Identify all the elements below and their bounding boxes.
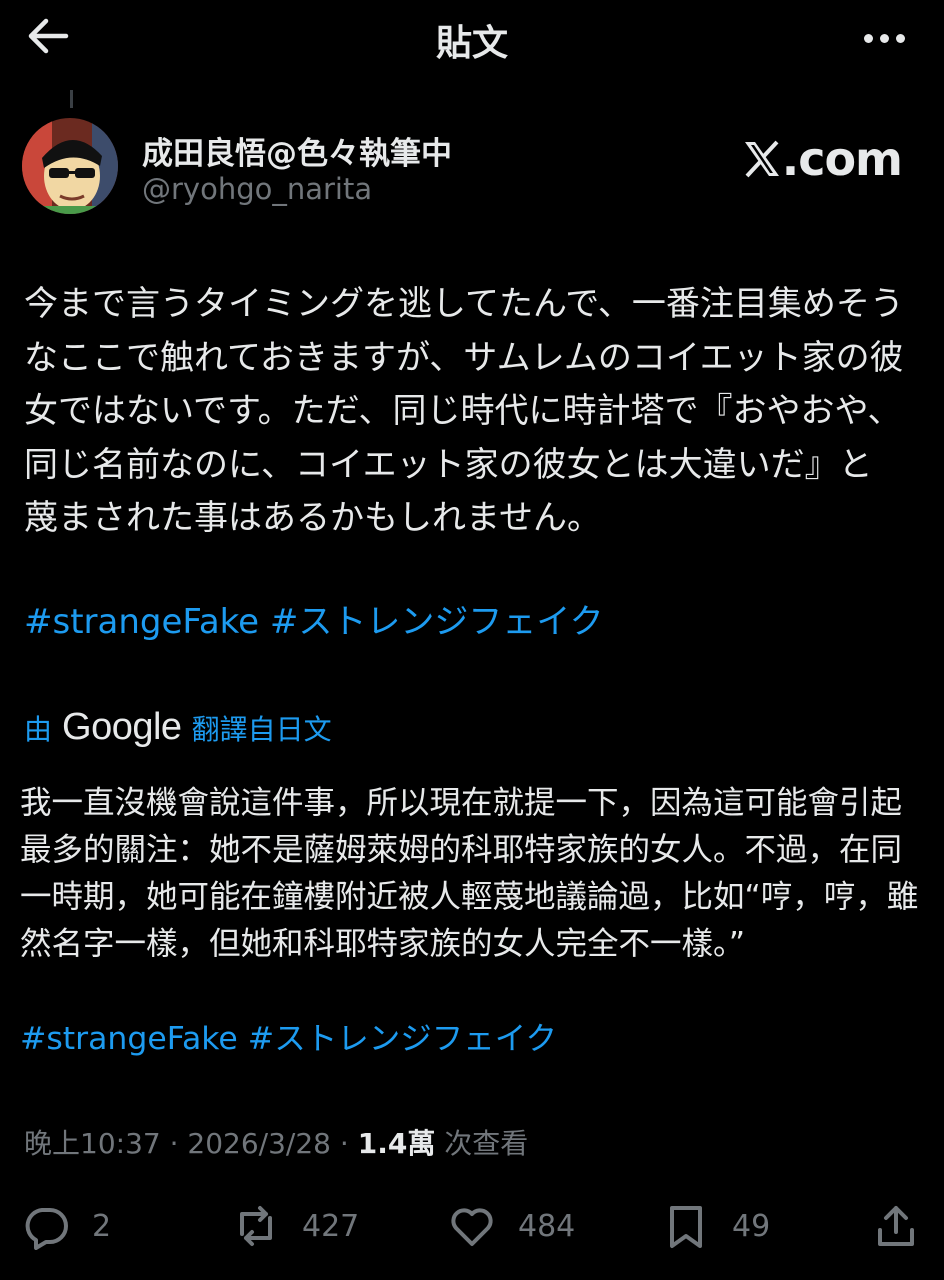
user-handle[interactable]: @ryohgo_narita [142,172,372,206]
page-title: 貼文 [435,23,508,64]
x-com-badge: . com [742,132,903,186]
translation-attribution[interactable]: 由 Google 翻譯自日文 [24,706,332,749]
repost-icon [240,1206,272,1246]
display-name[interactable]: 成田良悟@色々執筆中 [142,128,452,173]
thread-connector [70,90,73,108]
avatar[interactable] [22,118,118,214]
translation-suffix: 翻譯自日文 [191,712,332,746]
google-logo: Google [62,706,182,748]
meta-separator: · [169,1127,188,1160]
hashtag-link[interactable]: #strangeFake [24,602,259,642]
reply-button[interactable]: 2 [22,1196,111,1256]
avatar-image [22,118,118,214]
x-logo-icon [744,140,779,178]
like-count: 484 [518,1208,576,1244]
action-bar: 2 427 484 49 [0,1196,944,1256]
more-icon-dot [879,33,889,43]
bookmark-button[interactable]: 49 [662,1196,770,1256]
hashtag-link[interactable]: #strangeFake [20,1021,238,1057]
like-button[interactable]: 484 [448,1196,575,1256]
top-bar: 貼文 [0,0,944,80]
hashtag-link[interactable]: #ストレンジフェイク [248,1021,557,1057]
reply-count: 2 [92,1208,112,1244]
bookmark-icon [670,1206,702,1248]
bookmark-count: 49 [732,1208,771,1244]
more-icon [863,33,873,43]
post-meta: 晚上10:37 · 2026/3/28 · 1.4萬 次查看 [24,1122,528,1162]
more-button[interactable] [854,18,914,58]
meta-separator: · [339,1127,358,1160]
translated-hashtags: #strangeFake #ストレンジフェイク [20,1016,557,1063]
post-author: 成田良悟@色々執筆中 @ryohgo_narita . com [22,118,922,218]
view-count: 1.4萬 [357,1127,436,1160]
views-label: 次查看 [444,1127,529,1160]
like-icon [451,1208,493,1246]
post-translated-text: 我一直沒機會說這件事，所以現在就提一下，因為這可能會引起最多的關注：她不是薩姆萊… [20,785,919,962]
translation-prefix: 由 [24,712,53,746]
share-button[interactable] [872,1196,920,1256]
site-name: com [798,132,903,186]
post-date[interactable]: 2026/3/28 [187,1127,331,1160]
repost-button[interactable]: 427 [232,1196,359,1256]
reply-icon [25,1208,68,1250]
share-icon [878,1206,914,1246]
repost-count: 427 [302,1208,360,1244]
more-icon-dot [895,33,905,43]
original-hashtags: #strangeFake #ストレンジフェイク [24,596,604,649]
post-time[interactable]: 晚上10:37 [24,1127,161,1160]
hashtag-link[interactable]: #ストレンジフェイク [270,602,604,642]
post-original-text: 今まで言うタイミングを逃してたんで、一番注目集めそうなここで触れておきますが、サ… [24,284,904,538]
